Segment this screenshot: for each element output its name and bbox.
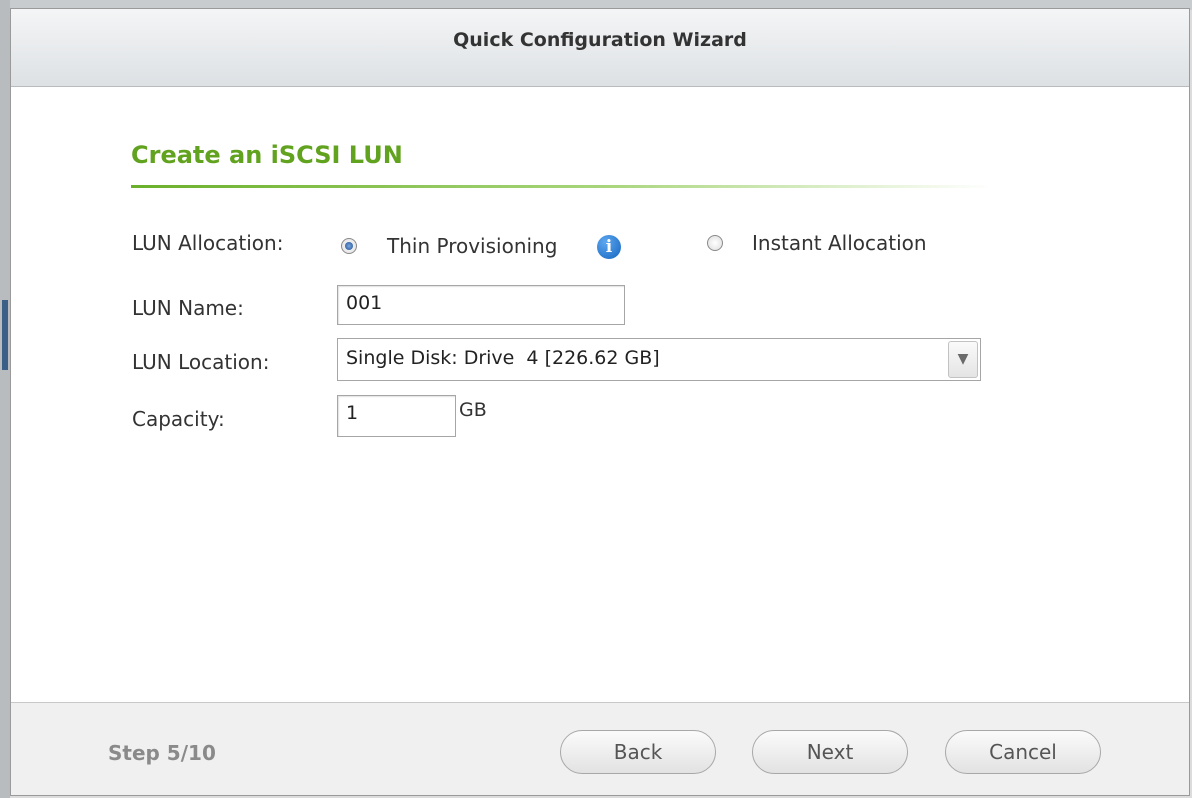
background-mark (2, 300, 8, 370)
cancel-button[interactable]: Cancel (945, 730, 1101, 774)
lun-location-select[interactable]: Single Disk: Drive 4 [226.62 GB] ▼ (337, 338, 981, 381)
section-title: Create an iSCSI LUN (131, 141, 403, 169)
section-divider (131, 185, 991, 188)
background-left-edge (0, 0, 10, 798)
instant-allocation-label[interactable]: Instant Allocation (752, 231, 927, 255)
lun-allocation-label: LUN Allocation: (132, 231, 284, 255)
capacity-unit: GB (459, 399, 487, 421)
thin-provisioning-label[interactable]: Thin Provisioning (387, 234, 557, 258)
lun-name-label: LUN Name: (132, 296, 244, 320)
thin-provisioning-radio[interactable] (341, 238, 357, 254)
dialog-title: Quick Configuration Wizard (453, 29, 747, 51)
chevron-down-icon[interactable]: ▼ (948, 341, 978, 378)
back-button[interactable]: Back (560, 730, 716, 774)
lun-location-value: Single Disk: Drive 4 [226.62 GB] (346, 347, 660, 369)
instant-allocation-radio[interactable] (707, 235, 723, 251)
lun-name-input[interactable]: 001 (337, 285, 625, 325)
dialog-footer: Step 5/10 Back Next Cancel (11, 702, 1189, 795)
next-button[interactable]: Next (752, 730, 908, 774)
wizard-dialog: Quick Configuration Wizard Create an iSC… (10, 8, 1190, 796)
title-bar[interactable]: Quick Configuration Wizard (11, 9, 1189, 87)
info-icon[interactable]: i (597, 235, 621, 259)
capacity-input[interactable]: 1 (337, 395, 456, 437)
lun-location-label: LUN Location: (132, 350, 270, 374)
capacity-label: Capacity: (132, 407, 225, 431)
step-indicator: Step 5/10 (108, 741, 216, 765)
